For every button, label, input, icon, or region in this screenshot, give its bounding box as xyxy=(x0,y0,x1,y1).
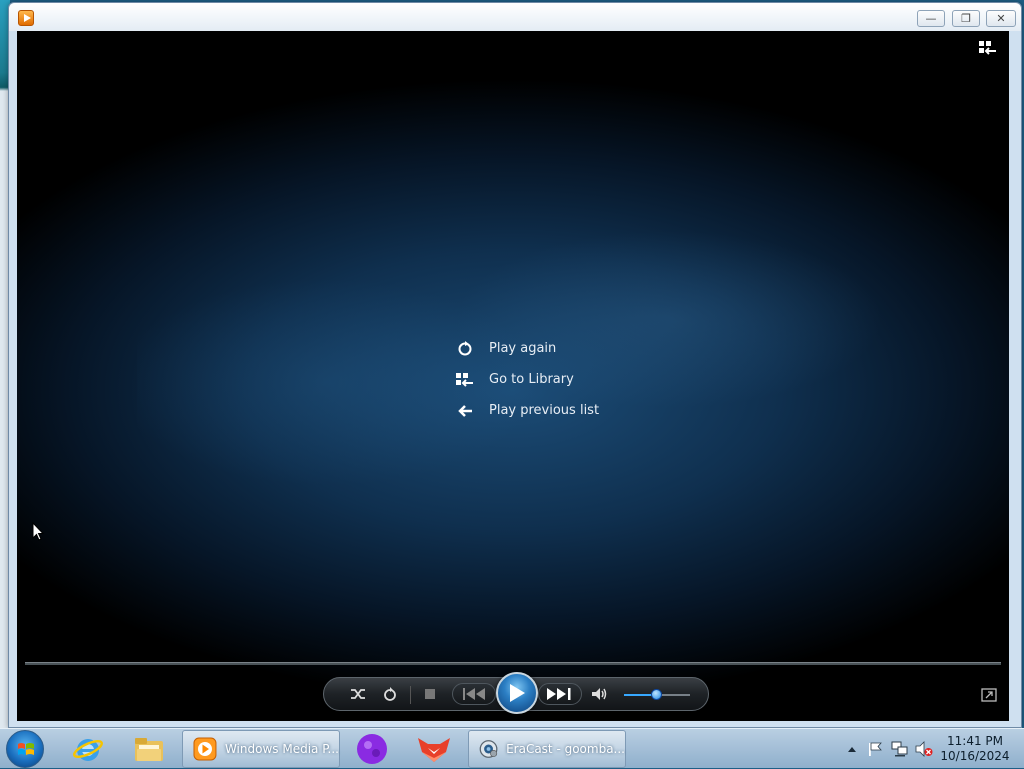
start-button[interactable] xyxy=(6,730,44,768)
play-previous-list-item[interactable]: Play previous list xyxy=(455,395,599,426)
shuffle-icon[interactable] xyxy=(348,684,368,704)
end-of-playback-menu: Play again Go to Library Play previous l… xyxy=(455,333,599,426)
repeat-icon[interactable] xyxy=(380,684,400,704)
taskbar: Windows Media P... EraCast - goomba... 1… xyxy=(0,728,1024,768)
go-to-library-item[interactable]: Go to Library xyxy=(455,364,599,395)
play-button[interactable] xyxy=(496,672,538,714)
media-player-window: — ❐ ✕ Play again Go to Library Play prev… xyxy=(8,2,1022,728)
file-explorer-icon[interactable] xyxy=(129,731,169,767)
taskbar-button-label: EraCast - goomba... xyxy=(506,742,625,756)
mouse-cursor-icon xyxy=(32,522,44,541)
separator xyxy=(410,686,411,704)
close-button[interactable]: ✕ xyxy=(986,10,1016,27)
purple-app-icon[interactable] xyxy=(352,731,392,767)
volume-muted-icon[interactable] xyxy=(914,731,934,767)
fox-app-icon[interactable] xyxy=(414,731,454,767)
minimize-button[interactable]: — xyxy=(917,10,945,27)
volume-thumb[interactable] xyxy=(651,689,662,700)
switch-to-compact-icon[interactable] xyxy=(981,687,997,702)
clock-time: 11:41 PM xyxy=(947,734,1003,748)
media-player-icon xyxy=(193,737,217,761)
system-clock[interactable]: 11:41 PM 10/16/2024 xyxy=(940,734,1010,764)
next-button[interactable] xyxy=(538,683,582,705)
play-previous-list-label: Play previous list xyxy=(489,403,600,418)
windows-logo-icon xyxy=(18,743,34,755)
show-hidden-icons-icon[interactable] xyxy=(846,731,858,767)
internet-explorer-icon[interactable] xyxy=(68,731,108,767)
repeat-circle-icon xyxy=(455,340,475,357)
stop-icon[interactable] xyxy=(420,684,440,704)
go-to-library-label: Go to Library xyxy=(489,372,574,387)
mute-speaker-icon[interactable] xyxy=(590,684,610,704)
restore-button[interactable]: ❐ xyxy=(952,10,980,27)
library-icon xyxy=(455,372,475,388)
play-again-label: Play again xyxy=(489,341,557,356)
previous-button[interactable] xyxy=(452,683,496,705)
clock-date: 10/16/2024 xyxy=(940,749,1010,763)
seek-bar[interactable] xyxy=(25,662,1001,665)
back-arrow-icon xyxy=(455,403,475,419)
taskbar-button-label: Windows Media P... xyxy=(224,742,339,756)
taskbar-eracast-button[interactable]: EraCast - goomba... xyxy=(468,730,626,768)
eracast-icon xyxy=(479,740,498,758)
play-again-item[interactable]: Play again xyxy=(455,333,599,364)
network-icon[interactable] xyxy=(890,731,910,767)
now-playing-area: Play again Go to Library Play previous l… xyxy=(17,31,1009,721)
media-player-icon[interactable] xyxy=(18,10,34,26)
switch-to-library-icon[interactable] xyxy=(979,41,997,57)
taskbar-media-player-button[interactable]: Windows Media P... xyxy=(182,730,340,768)
action-center-flag-icon[interactable] xyxy=(866,731,884,767)
title-bar[interactable]: — ❐ ✕ xyxy=(9,3,1021,31)
transport-controls xyxy=(323,672,709,714)
